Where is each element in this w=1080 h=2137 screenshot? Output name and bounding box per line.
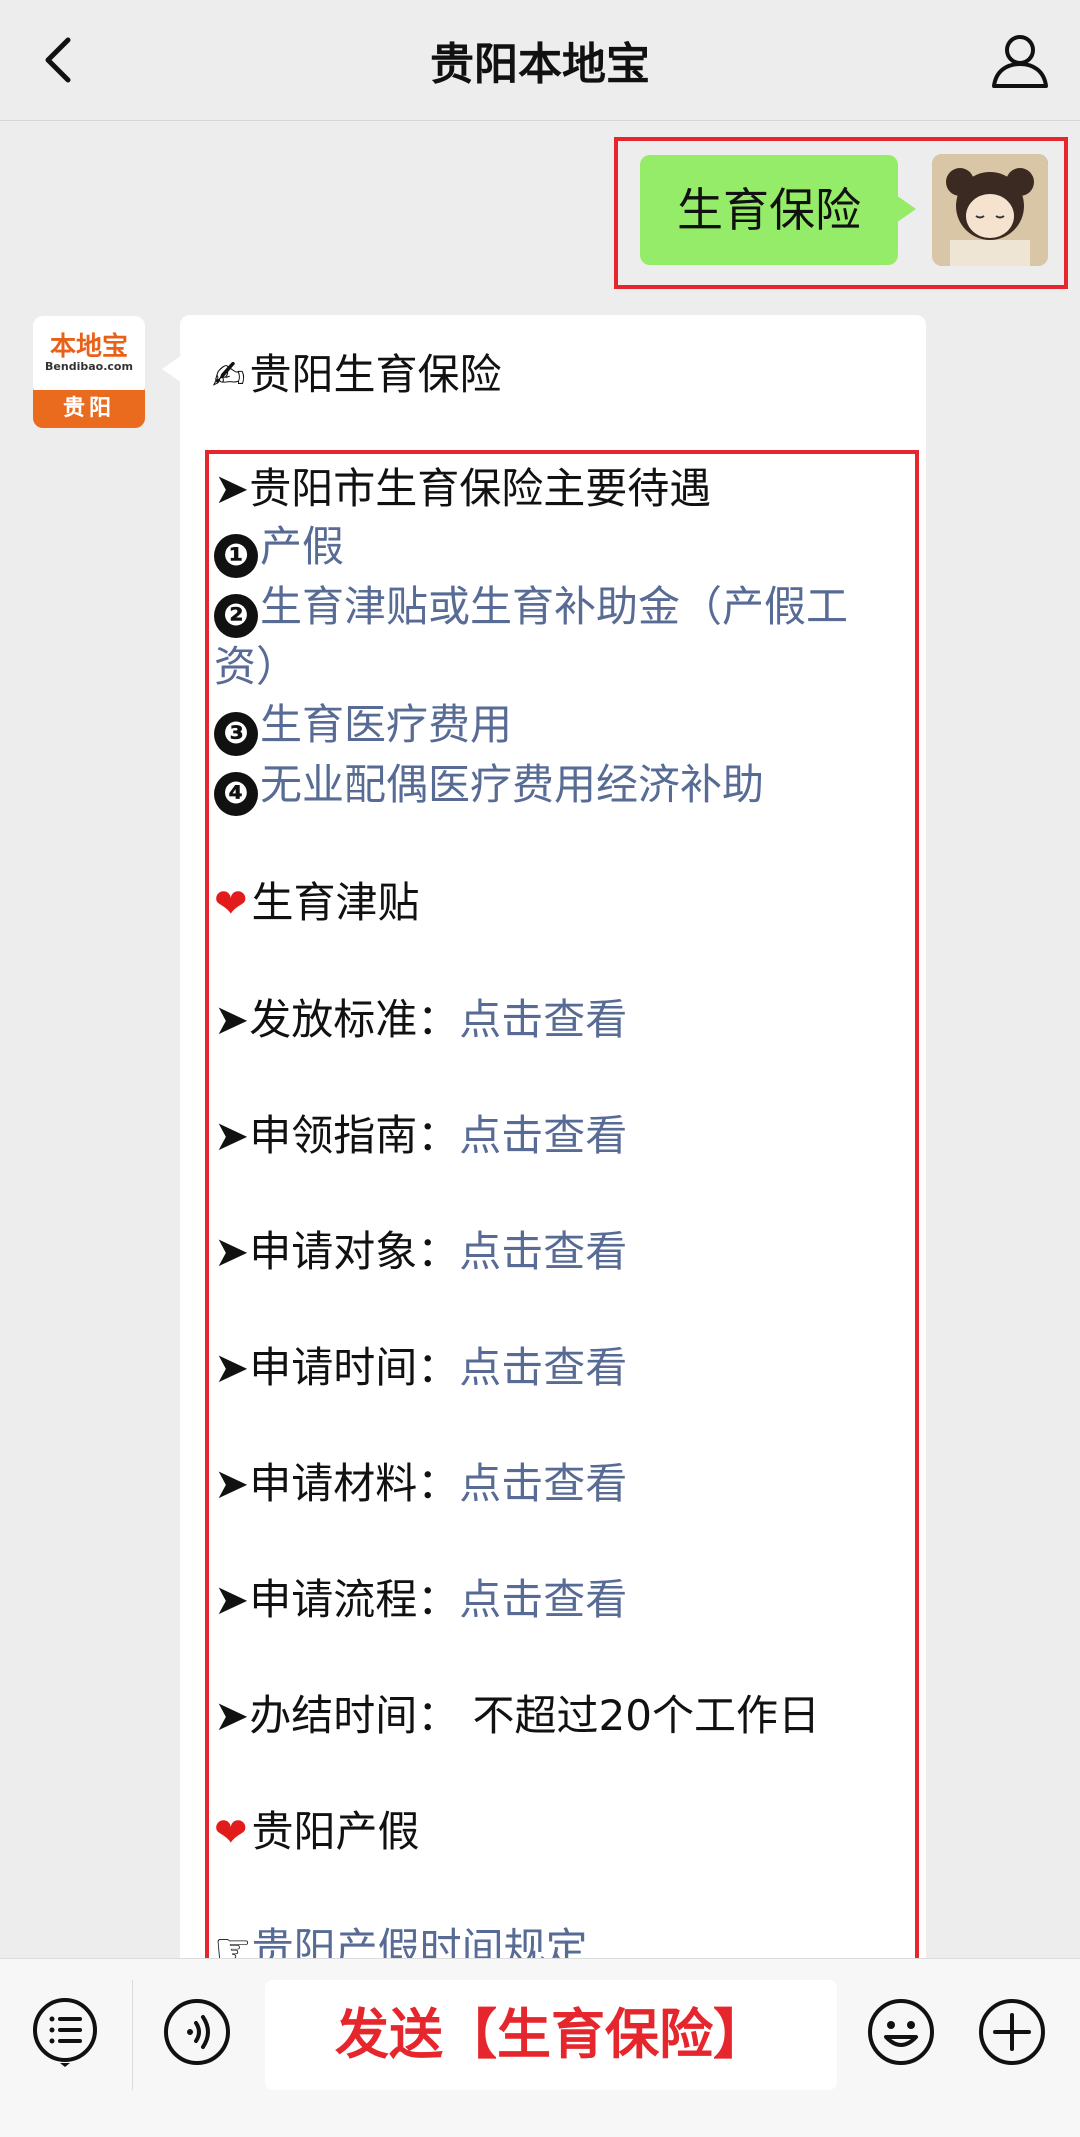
view-link[interactable]: 点击查看 xyxy=(459,1575,627,1624)
heart-icon: ❤ xyxy=(214,1810,248,1856)
row-label: ➤申领指南： xyxy=(214,1111,460,1160)
view-link[interactable]: 点击查看 xyxy=(459,1227,627,1276)
link-leave-rules[interactable]: 贵阳产假时间规定 xyxy=(252,1924,588,1960)
info-row: ➤申请对象：点击查看 xyxy=(214,1223,904,1281)
top-nav-bar: 贵阳本地宝 xyxy=(0,0,1080,121)
pointing-hand-icon: ☞ xyxy=(214,1924,252,1960)
voice-icon[interactable] xyxy=(162,1997,232,2067)
message-content: ➤贵阳市生育保险主要待遇 ❶ 产假 ❷ 生育津贴或生育补助金（产假工资） ❸ 生育医疗… xyxy=(214,460,904,1960)
view-link[interactable]: 点击查看 xyxy=(459,1343,627,1392)
message-title: ✍贵阳生育保险 xyxy=(212,341,502,402)
row-label: ➤申请流程： xyxy=(214,1575,460,1624)
avatar-illustration xyxy=(932,154,1048,266)
avatar-city-label: 贵阳 xyxy=(33,390,145,428)
section-heading-allowance: ❤生育津贴 xyxy=(214,874,904,933)
writing-hand-icon: ✍ xyxy=(212,353,246,399)
number-2-icon: ❷ xyxy=(214,594,258,638)
view-link[interactable]: 点击查看 xyxy=(459,1111,627,1160)
menu-list-icon[interactable] xyxy=(30,1997,100,2067)
chat-title: 贵阳本地宝 xyxy=(430,39,650,90)
official-account-avatar[interactable]: 本地宝 Bendibao.com 贵阳 xyxy=(33,316,145,428)
list-item: ❸ 生育医疗费用 xyxy=(214,696,904,756)
profile-icon[interactable] xyxy=(988,28,1052,92)
avatar-domain-text: Bendibao.com xyxy=(45,360,133,373)
link-spouse-subsidy[interactable]: 无业配偶医疗费用经济补助 xyxy=(260,760,764,809)
benefits-heading: ➤贵阳市生育保险主要待遇 xyxy=(214,464,712,513)
list-item: ❹ 无业配偶医疗费用经济补助 xyxy=(214,756,904,816)
list-item: ❶ 产假 xyxy=(214,518,904,578)
row-label: ➤申请对象： xyxy=(214,1227,460,1276)
avatar-logo-text: 本地宝 xyxy=(49,332,128,362)
section-heading-leave: ❤贵阳产假 xyxy=(214,1803,904,1862)
message-input[interactable]: 发送【生育保险】 xyxy=(265,1980,837,2090)
toolbar-divider xyxy=(132,1980,133,2090)
info-row: ➤发放标准：点击查看 xyxy=(214,991,904,1049)
user-avatar[interactable] xyxy=(932,154,1048,266)
plus-icon[interactable] xyxy=(977,1997,1047,2067)
link-medical-expenses[interactable]: 生育医疗费用 xyxy=(260,700,512,749)
info-row: ➤申请时间：点击查看 xyxy=(214,1339,904,1397)
row-label: ➤发放标准： xyxy=(214,995,460,1044)
number-3-icon: ❸ xyxy=(214,712,258,756)
view-link[interactable]: 点击查看 xyxy=(459,1459,627,1508)
number-1-icon: ❶ xyxy=(214,534,258,578)
emoji-icon[interactable] xyxy=(866,1997,936,2067)
link-maternity-allowance[interactable]: 生育津贴或生育补助金（产假工资） xyxy=(214,582,848,691)
leave-rules-row: ☞贵阳产假时间规定 xyxy=(214,1920,904,1960)
message-title-text: 贵阳生育保险 xyxy=(249,350,502,399)
row-label: ➤申请材料： xyxy=(214,1459,460,1508)
info-row: ➤申领指南：点击查看 xyxy=(214,1107,904,1165)
number-4-icon: ❹ xyxy=(214,772,258,816)
link-maternity-leave[interactable]: 产假 xyxy=(260,522,344,571)
list-item: ❷ 生育津贴或生育补助金（产假工资） xyxy=(214,578,904,696)
heart-icon: ❤ xyxy=(214,881,248,927)
outgoing-message-bubble[interactable]: 生育保险 xyxy=(640,155,916,265)
section-title: 贵阳产假 xyxy=(251,1807,420,1856)
view-link[interactable]: 点击查看 xyxy=(459,995,627,1044)
info-row-processing-time: ➤办结时间： 不超过20个工作日 xyxy=(214,1691,820,1740)
section-title: 生育津贴 xyxy=(251,878,420,927)
info-row: ➤申请材料：点击查看 xyxy=(214,1455,904,1513)
info-row: ➤申请流程：点击查看 xyxy=(214,1571,904,1629)
row-label: ➤申请时间： xyxy=(214,1343,460,1392)
